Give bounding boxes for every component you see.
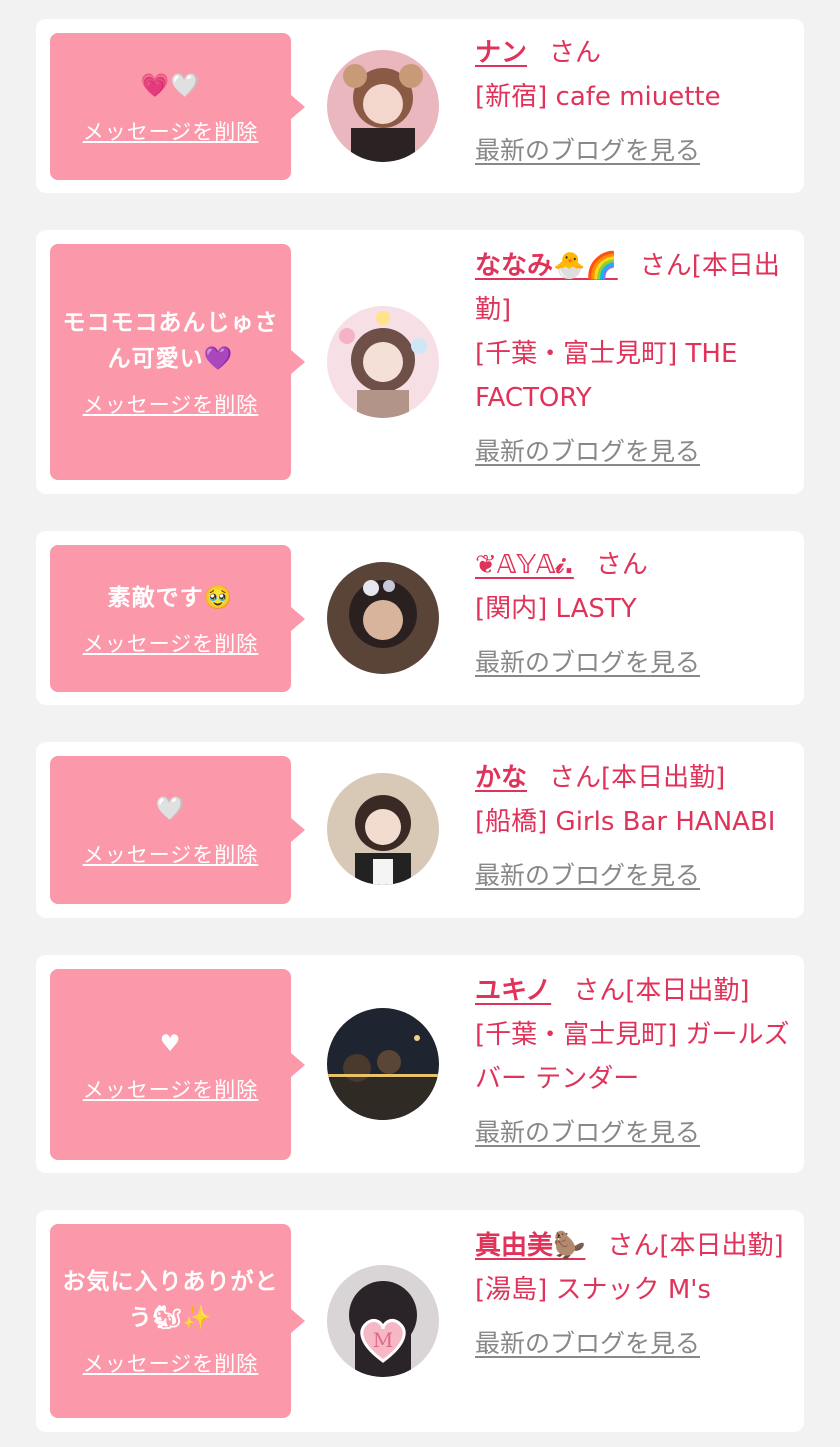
favorites-message-list: 💗🤍 メッセージを削除 ナン さん [新宿] cafe miuette 最新のブロ… (0, 0, 840, 1447)
delete-message-link[interactable]: メッセージを削除 (83, 628, 259, 658)
shop-label: [船橋] Girls Bar HANABI (475, 807, 776, 837)
delete-message-link[interactable]: メッセージを削除 (83, 1348, 259, 1378)
message-text: お気に入りありがとう🐿✨ (62, 1269, 279, 1331)
profile-avatar[interactable] (327, 562, 439, 674)
message-card: ♥ メッセージを削除 ユキノ さん[本日出勤] [千葉・富士見町] ガールズバー … (36, 955, 804, 1173)
shop-label: [千葉・富士見町] THE FACTORY (475, 339, 738, 413)
delete-message-link[interactable]: メッセージを削除 (83, 389, 259, 419)
message-bubble: 💗🤍 メッセージを削除 (50, 33, 305, 180)
message-text: ♥ (159, 1030, 182, 1057)
name-suffix: さん (595, 550, 648, 580)
message-text: 素敵です🥹 (107, 584, 234, 611)
message-bubble: お気に入りありがとう🐿✨ メッセージを削除 (50, 1224, 305, 1418)
profile-name-link[interactable]: ななみ🐣🌈 (475, 251, 618, 281)
delete-message-link[interactable]: メッセージを削除 (83, 839, 259, 869)
latest-blog-link[interactable]: 最新のブログを見る (475, 1324, 700, 1360)
profile-info: かな さん[本日出勤] [船橋] Girls Bar HANABI 最新のブログを… (475, 756, 795, 892)
message-card: 🤍 メッセージを削除 かな さん[本日出勤] [船橋] Girls Bar HAN… (36, 742, 804, 918)
name-suffix: さん[本日出勤] (607, 1231, 784, 1261)
profile-avatar[interactable] (327, 306, 439, 418)
shop-label: [千葉・富士見町] ガールズバー テンダー (475, 1020, 790, 1094)
profile-info: ユキノ さん[本日出勤] [千葉・富士見町] ガールズバー テンダー 最新のブログ… (475, 969, 795, 1149)
profile-avatar[interactable] (327, 50, 439, 162)
message-text: モコモコあんじゅさん可愛い💜 (62, 310, 279, 372)
profile-avatar[interactable] (327, 1008, 439, 1120)
latest-blog-link[interactable]: 最新のブログを見る (475, 131, 700, 167)
message-bubble: 素敵です🥹 メッセージを削除 (50, 545, 305, 692)
message-text: 🤍 (155, 796, 186, 822)
profile-info: ななみ🐣🌈 さん[本日出勤] [千葉・富士見町] THE FACTORY 最新のブ… (475, 244, 795, 468)
profile-name-link[interactable]: ナン (475, 38, 527, 68)
profile-info: ❦𝔸𝕐𝔸𝒾. さん [関内] LASTY 最新のブログを見る (475, 543, 795, 679)
latest-blog-link[interactable]: 最新のブログを見る (475, 432, 700, 468)
shop-label: [新宿] cafe miuette (475, 82, 721, 112)
name-suffix: さん[本日出勤] (549, 763, 726, 793)
latest-blog-link[interactable]: 最新のブログを見る (475, 1113, 700, 1149)
name-suffix: さん (549, 38, 602, 68)
message-bubble: 🤍 メッセージを削除 (50, 756, 305, 904)
profile-info: 真由美🦫 さん[本日出勤] [湯島] スナック M's 最新のブログを見る (475, 1224, 795, 1360)
message-card: 💗🤍 メッセージを削除 ナン さん [新宿] cafe miuette 最新のブロ… (36, 19, 804, 193)
profile-name-link[interactable]: ユキノ (475, 976, 551, 1006)
message-text: 💗🤍 (140, 72, 201, 99)
delete-message-link[interactable]: メッセージを削除 (83, 116, 259, 146)
avatar-sticker-letter: M (373, 1328, 393, 1352)
latest-blog-link[interactable]: 最新のブログを見る (475, 643, 700, 679)
message-bubble: モコモコあんじゅさん可愛い💜 メッセージを削除 (50, 244, 305, 480)
profile-avatar[interactable]: M (327, 1265, 439, 1377)
profile-name-link[interactable]: 真由美🦫 (475, 1231, 585, 1261)
profile-name-link[interactable]: ❦𝔸𝕐𝔸𝒾. (475, 550, 574, 580)
profile-info: ナン さん [新宿] cafe miuette 最新のブログを見る (475, 31, 795, 167)
message-card: 素敵です🥹 メッセージを削除 ❦𝔸𝕐𝔸𝒾. さん [関内] LASTY 最新のブロ… (36, 531, 804, 705)
message-card: モコモコあんじゅさん可愛い💜 メッセージを削除 ななみ🐣🌈 さん[本日出勤] [千… (36, 230, 804, 494)
delete-message-link[interactable]: メッセージを削除 (83, 1074, 259, 1104)
shop-label: [湯島] スナック M's (475, 1275, 711, 1305)
shop-label: [関内] LASTY (475, 594, 637, 624)
message-card: お気に入りありがとう🐿✨ メッセージを削除 M 真由美🦫 さん[本日出勤] [湯島… (36, 1210, 804, 1432)
profile-avatar[interactable] (327, 773, 439, 885)
profile-name-link[interactable]: かな (475, 763, 527, 793)
message-bubble: ♥ メッセージを削除 (50, 969, 305, 1160)
latest-blog-link[interactable]: 最新のブログを見る (475, 856, 700, 892)
name-suffix: さん[本日出勤] (573, 976, 750, 1006)
